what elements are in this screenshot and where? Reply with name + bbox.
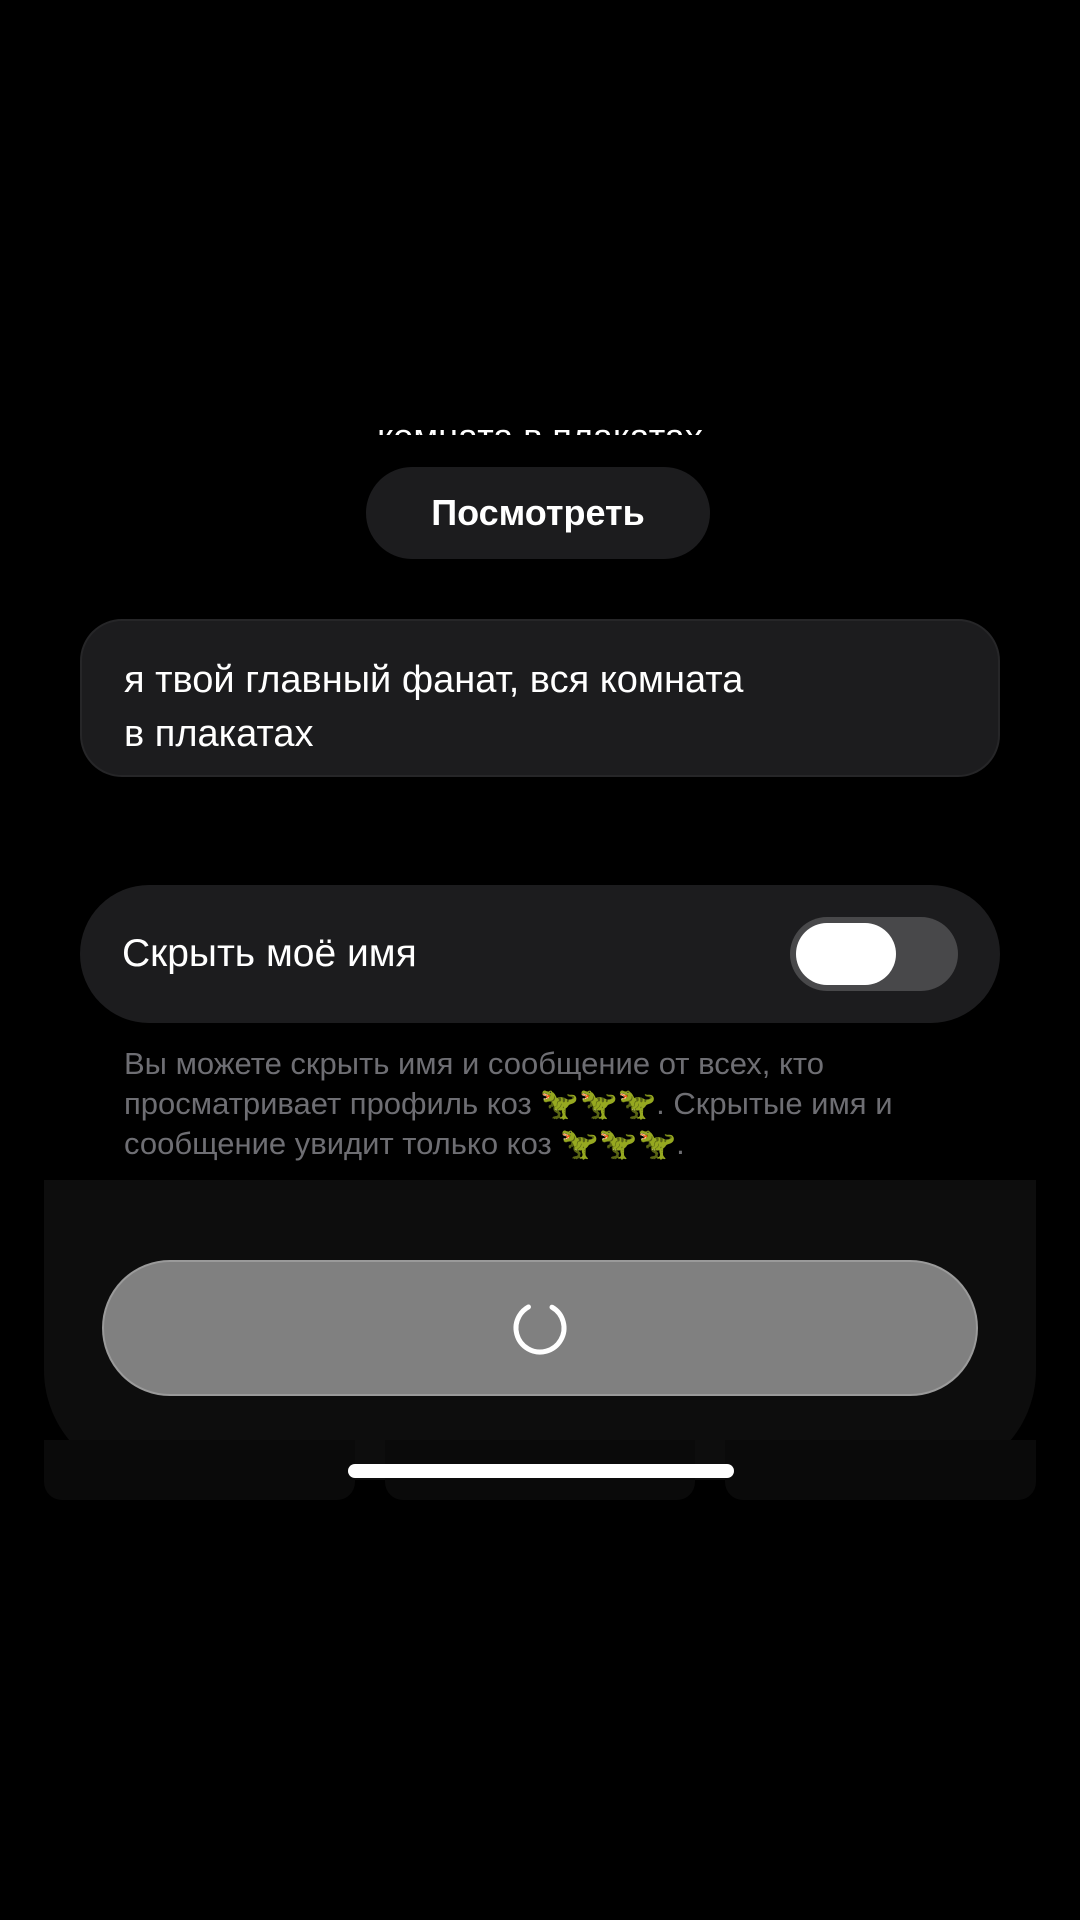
background-card — [725, 1440, 1037, 1500]
hide-name-row[interactable]: Скрыть моё имя — [80, 885, 1000, 1023]
message-preview-cutoff: комната в плакатах — [0, 395, 1080, 436]
home-indicator[interactable] — [348, 1464, 734, 1478]
message-text: я твой главный фанат, вся комната в плак… — [124, 659, 744, 755]
view-button[interactable]: Посмотреть — [366, 467, 710, 559]
hide-name-label: Скрыть моё имя — [122, 932, 417, 975]
loading-spinner-icon — [513, 1301, 567, 1355]
hide-name-toggle[interactable] — [790, 917, 958, 991]
submit-button[interactable] — [102, 1260, 978, 1396]
toggle-knob — [796, 923, 896, 985]
helper-text: Вы можете скрыть имя и сообщение от всех… — [124, 1046, 893, 1161]
view-button-label: Посмотреть — [431, 492, 645, 533]
message-input[interactable]: я твой главный фанат, вся комната в плак… — [80, 619, 1000, 777]
message-preview-text: комната в плакатах — [377, 417, 703, 436]
background-card — [44, 1440, 355, 1500]
